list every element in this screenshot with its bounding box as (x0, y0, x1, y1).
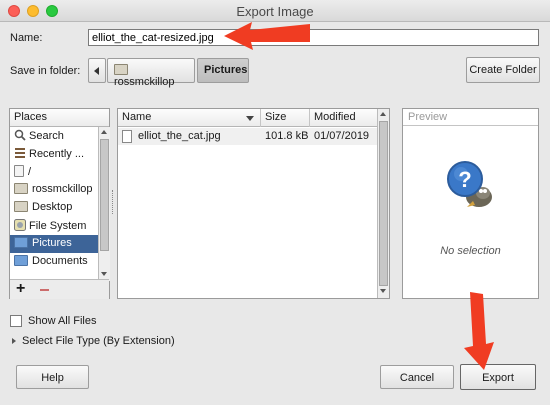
column-label: Size (265, 111, 287, 123)
place-item-search[interactable]: Search (10, 127, 98, 145)
no-selection-text: No selection (440, 245, 501, 257)
place-label: / (28, 166, 32, 178)
place-label: Recently ... (29, 148, 85, 160)
place-label: Desktop (32, 201, 73, 213)
file-row[interactable]: elliot_the_cat.jpg 101.8 kB 01/07/2019 (118, 128, 377, 145)
expander-arrow-icon[interactable] (12, 338, 16, 344)
search-icon (14, 129, 26, 141)
files-scrollbar[interactable] (377, 109, 389, 298)
column-label: Modified (314, 111, 356, 123)
files-scroll-thumb[interactable] (379, 121, 388, 286)
show-all-files-checkbox[interactable] (10, 315, 22, 327)
path-crumb-home[interactable]: rossmckillop (107, 58, 195, 88)
add-bookmark-button[interactable]: + (16, 280, 25, 298)
place-item-home[interactable]: rossmckillop (10, 181, 98, 199)
places-list: Search Recently ... / rossmckillop Deskt… (10, 127, 98, 277)
place-label: Search (29, 130, 64, 142)
create-folder-button[interactable]: Create Folder (466, 57, 540, 83)
cancel-button[interactable]: Cancel (380, 365, 454, 389)
export-image-dialog: Export Image Name: Save in folder: rossm… (0, 0, 550, 405)
filename-input[interactable] (88, 29, 539, 46)
place-item-recent[interactable]: Recently ... (10, 145, 98, 163)
drive-icon (14, 219, 26, 231)
column-modified-header[interactable]: Modified (310, 109, 377, 127)
path-crumb-label: Pictures (204, 64, 248, 76)
column-label: Name (122, 111, 152, 123)
folder-icon (14, 201, 28, 212)
place-item-desktop[interactable]: Desktop (10, 199, 98, 217)
remove-bookmark-button[interactable] (40, 289, 49, 291)
place-label: Pictures (32, 237, 72, 249)
places-header: Places (10, 109, 109, 127)
preview-pane: Preview ? No selection (402, 108, 539, 299)
gimp-help-icon: ? (447, 161, 492, 207)
path-crumb-pictures[interactable]: Pictures (197, 58, 249, 83)
place-label: Documents (32, 255, 88, 267)
file-size: 101.8 kB (265, 130, 309, 142)
column-size-header[interactable]: Size (261, 109, 310, 127)
files-header: Name Size Modified (118, 109, 377, 127)
scroll-down-icon[interactable] (380, 289, 386, 293)
document-icon (14, 165, 24, 177)
place-label: rossmckillop (32, 183, 93, 195)
scroll-up-icon[interactable] (101, 130, 107, 134)
place-item-root[interactable]: / (10, 163, 98, 181)
places-pane: Places Search Recently ... / rossmckillo… (9, 108, 110, 299)
recent-icon (15, 148, 25, 158)
chevron-left-icon (94, 67, 99, 75)
path-crumb-label: rossmckillop (114, 76, 175, 88)
document-icon (122, 130, 132, 143)
svg-text:?: ? (458, 167, 471, 192)
pane-resize-handle[interactable] (112, 190, 114, 214)
files-pane: Name Size Modified elliot_the_cat.jpg 10… (117, 108, 390, 299)
path-back-button[interactable] (88, 58, 106, 83)
help-button[interactable]: Help (16, 365, 89, 389)
place-label: File System (29, 220, 87, 232)
places-toolbar: + (10, 279, 109, 299)
annotation-arrow-icon (224, 22, 310, 50)
place-item-documents[interactable]: Documents (10, 253, 98, 271)
show-all-files-label[interactable]: Show All Files (28, 315, 96, 327)
annotation-arrow-icon (464, 292, 494, 370)
column-name-header[interactable]: Name (118, 109, 261, 127)
save-in-folder-label: Save in folder: (10, 65, 81, 77)
folder-icon (14, 183, 28, 194)
folder-icon (14, 255, 28, 266)
place-item-file-system[interactable]: File System (10, 217, 98, 235)
place-item-pictures[interactable]: Pictures (10, 235, 98, 253)
places-scrollbar[interactable] (98, 127, 110, 281)
folder-icon (114, 64, 128, 75)
preview-header: Preview (403, 109, 538, 126)
file-name: elliot_the_cat.jpg (138, 130, 221, 142)
file-modified: 01/07/2019 (314, 130, 370, 142)
scroll-down-icon[interactable] (101, 272, 107, 276)
select-file-type-expander[interactable]: Select File Type (By Extension) (22, 335, 175, 347)
name-label: Name: (10, 32, 43, 44)
sort-descending-icon (246, 116, 254, 121)
folder-icon (14, 237, 28, 248)
scroll-up-icon[interactable] (380, 112, 386, 116)
places-scroll-thumb[interactable] (100, 139, 109, 251)
